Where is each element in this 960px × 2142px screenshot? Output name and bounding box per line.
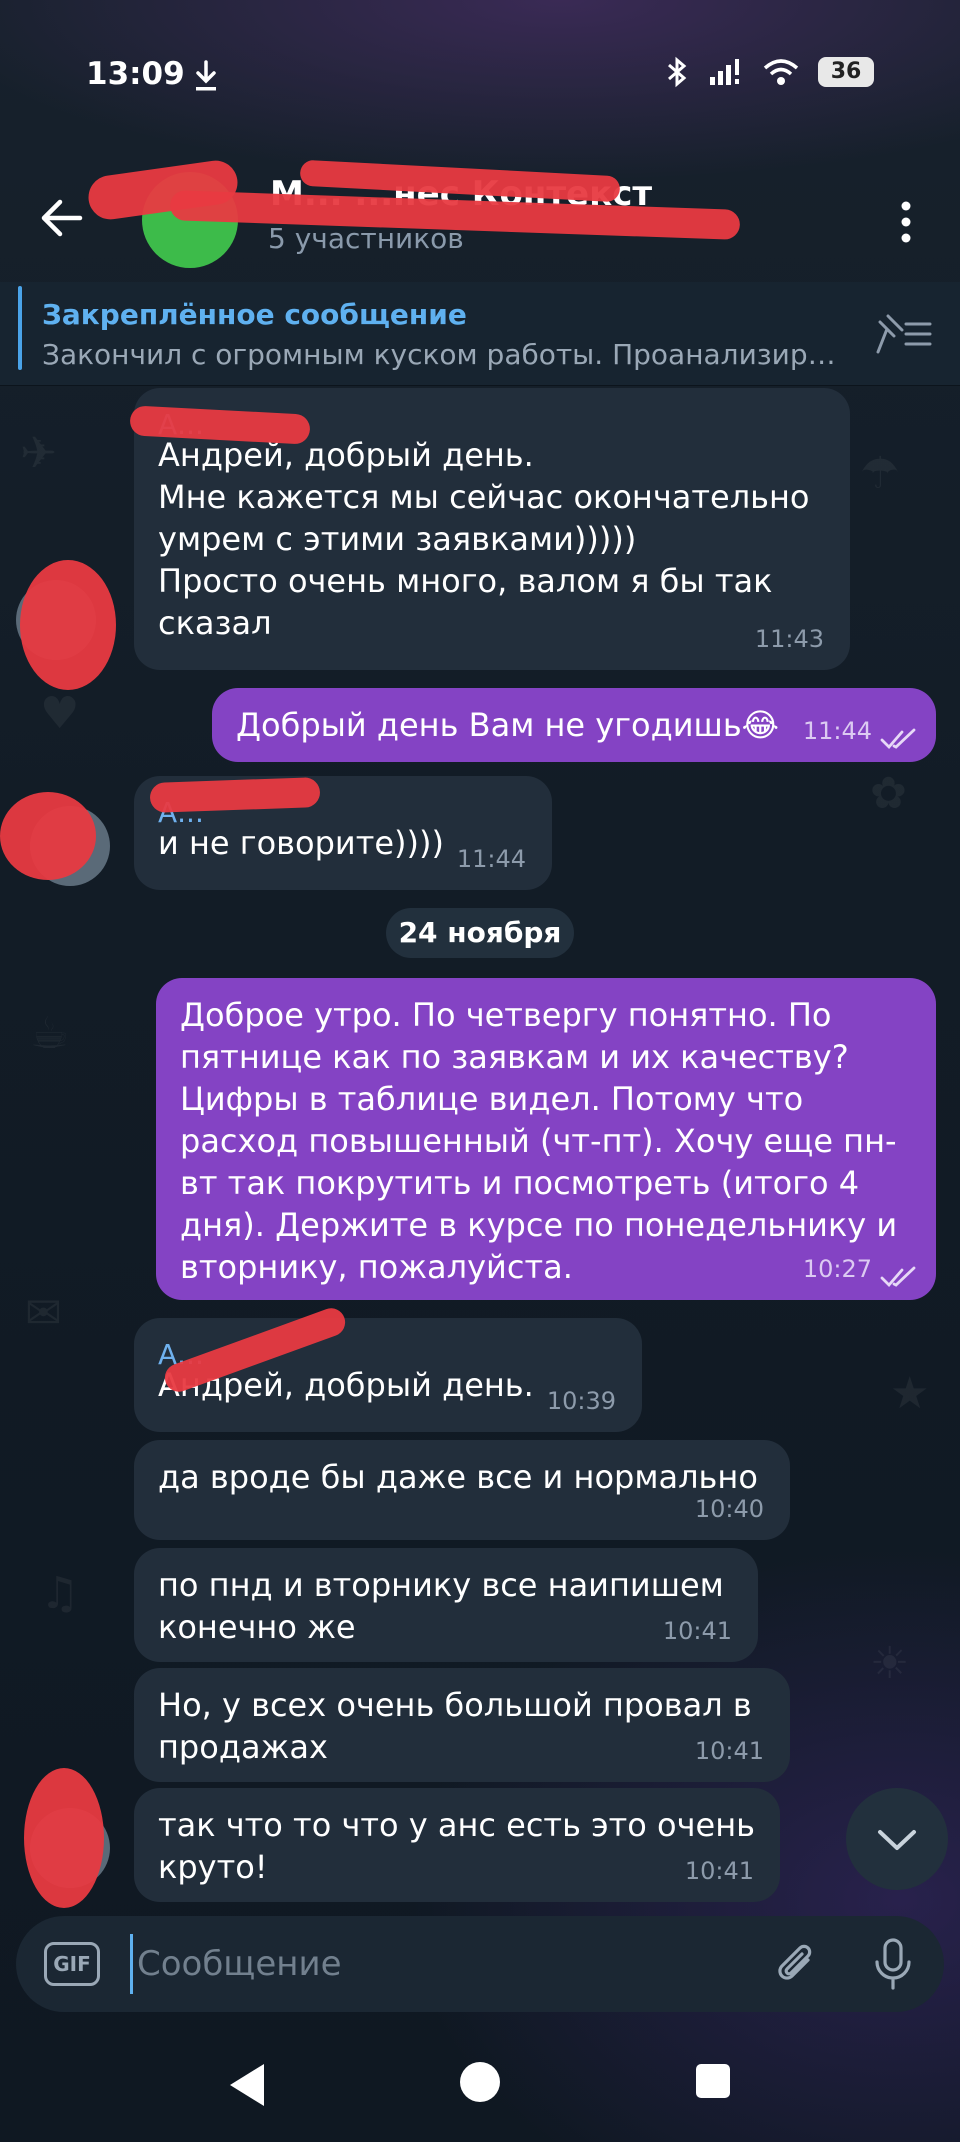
attach-icon[interactable] — [772, 1940, 822, 1990]
pinned-text: Закончил с огромным куском работы. Проан… — [42, 338, 836, 371]
pinned-message-bar[interactable]: Закреплённое сообщение Закончил с огромн… — [0, 282, 960, 386]
message-time: 11:44 — [802, 717, 872, 745]
message-time: 10:41 — [662, 1617, 732, 1645]
download-icon — [196, 60, 216, 91]
date-separator: 24 ноября — [386, 908, 574, 958]
redaction-mark — [24, 1768, 104, 1908]
message-input[interactable] — [130, 1934, 750, 1994]
message-bubble-incoming[interactable]: так что то что у анс есть это очень крут… — [134, 1788, 780, 1902]
message-text: да вроде бы даже все и нормально — [158, 1458, 758, 1496]
status-bar: 13:09 36 — [0, 0, 960, 150]
message-text: по пнд и вторнику все наипишем конечно ж… — [158, 1566, 724, 1646]
back-arrow-icon[interactable] — [36, 190, 92, 246]
redaction-mark — [0, 792, 96, 880]
status-icons: 36 — [664, 56, 874, 88]
message-text: Добрый день Вам не угодишь😂 — [236, 706, 780, 744]
message-text: так что то что у анс есть это очень крут… — [158, 1806, 755, 1886]
scroll-to-bottom-button[interactable] — [846, 1788, 948, 1890]
message-bubble-incoming[interactable]: по пнд и вторнику все наипишем конечно ж… — [134, 1548, 758, 1662]
message-bubble-outgoing[interactable]: Доброе утро. По четвергу понятно. По пят… — [156, 978, 936, 1300]
nav-home-icon[interactable] — [460, 2062, 500, 2102]
more-vertical-icon[interactable] — [896, 194, 916, 250]
nav-recents-icon[interactable] — [696, 2064, 730, 2098]
message-time: 10:41 — [694, 1737, 764, 1765]
message-text: Андрей, добрый день. Мне кажется мы сейч… — [158, 436, 810, 642]
pinned-list-icon[interactable] — [874, 312, 934, 356]
message-time: 10:27 — [802, 1255, 872, 1283]
message-text: Но, у всех очень большой провал в продаж… — [158, 1686, 752, 1766]
message-time: 11:43 — [754, 625, 824, 653]
chat-header: М... ...нес Контекст 5 участников — [0, 157, 960, 280]
bluetooth-icon — [668, 56, 687, 88]
pinned-title: Закреплённое сообщение — [42, 298, 467, 331]
redaction-mark — [149, 777, 321, 813]
gif-button[interactable]: GIF — [44, 1942, 100, 1986]
nav-back-icon[interactable] — [226, 2060, 270, 2110]
pinned-indicator — [18, 286, 22, 370]
message-bubble-outgoing[interactable]: Добрый день Вам не угодишь😂 11:44 — [212, 688, 936, 762]
message-time: 10:39 — [546, 1387, 616, 1415]
read-ticks-icon — [880, 1266, 916, 1288]
signal-icon — [710, 59, 739, 85]
message-text: Доброе утро. По четвергу понятно. По пят… — [180, 996, 898, 1286]
read-ticks-icon — [880, 728, 916, 750]
chevron-down-icon — [878, 1830, 916, 1850]
message-time: 10:41 — [684, 1857, 754, 1885]
system-navigation-bar — [0, 2030, 960, 2142]
status-time: 13:09 — [86, 56, 185, 92]
message-bubble-incoming[interactable]: Но, у всех очень большой провал в продаж… — [134, 1668, 790, 1782]
wifi-icon — [763, 59, 799, 85]
message-composer: GIF — [16, 1916, 944, 2012]
message-time: 11:44 — [456, 845, 526, 873]
redaction-mark — [20, 560, 116, 690]
battery-indicator: 36 — [818, 57, 874, 87]
microphone-icon[interactable] — [868, 1936, 918, 1992]
message-bubble-incoming[interactable]: да вроде бы даже все и нормально 10:40 — [134, 1440, 790, 1540]
telegram-chat-screen: ✈ ☂ ♥ ✿ ☕ ✎ ✉ ★ ♫ ☀ ❀ ✦ 13:09 — [0, 0, 960, 2142]
message-time: 10:40 — [694, 1495, 764, 1523]
